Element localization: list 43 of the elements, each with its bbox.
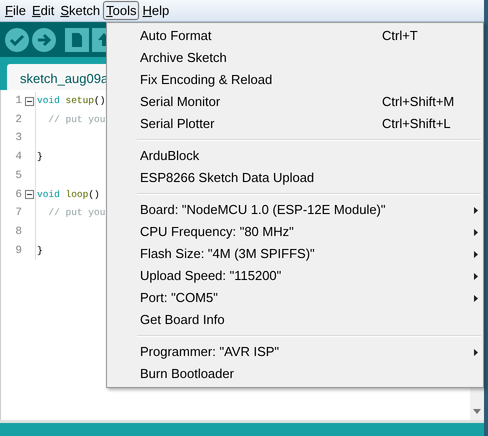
line-number: 1 bbox=[14, 94, 23, 110]
verify-button[interactable] bbox=[5, 28, 29, 52]
menu-option[interactable]: Board: "NodeMCU 1.0 (ESP-12E Module)" bbox=[107, 199, 483, 221]
fold-icon[interactable] bbox=[24, 96, 34, 106]
line-number: 5 bbox=[14, 168, 23, 184]
line-number: 8 bbox=[14, 224, 23, 240]
upload-button[interactable] bbox=[32, 28, 56, 52]
menu-option[interactable]: Port: "COM5" bbox=[107, 287, 483, 309]
line-number: 6 bbox=[14, 188, 23, 203]
menu-item[interactable]: Edit bbox=[28, 1, 58, 20]
menu-option[interactable]: Programmer: "AVR ISP" bbox=[107, 341, 483, 363]
menu-option[interactable]: Serial Plotter Ctrl+Shift+L bbox=[107, 113, 483, 135]
code-token: loop bbox=[66, 188, 88, 202]
menu-option[interactable]: ESP8266 Sketch Data Upload bbox=[107, 167, 483, 189]
line-number: 4 bbox=[14, 150, 23, 166]
menu-option[interactable]: Serial Monitor Ctrl+Shift+M bbox=[107, 91, 483, 113]
code-token: void bbox=[37, 94, 60, 108]
code-token: } bbox=[37, 150, 43, 164]
menu-option[interactable]: Flash Size: "4M (3M SPIFFS)" bbox=[107, 243, 483, 265]
line-number: 7 bbox=[14, 206, 23, 222]
menu-option[interactable]: Auto Format Ctrl+T bbox=[107, 25, 483, 47]
code-token: // put you bbox=[47, 112, 106, 127]
line-number: 3 bbox=[14, 131, 23, 146]
menu-item[interactable]: Sketch bbox=[57, 1, 104, 20]
line-number: 9 bbox=[14, 244, 23, 259]
menu-option[interactable]: ArduBlock bbox=[107, 145, 483, 167]
menu-item[interactable]: Tools bbox=[103, 1, 140, 20]
code-token: void bbox=[37, 188, 60, 202]
code-token: () bbox=[88, 188, 100, 202]
menu-option[interactable]: CPU Frequency: "80 MHz" bbox=[107, 221, 483, 243]
menu-item[interactable]: Help bbox=[139, 1, 172, 20]
line-number: 2 bbox=[14, 112, 23, 128]
menu-item[interactable]: File bbox=[2, 1, 29, 20]
code-token: } bbox=[37, 244, 43, 258]
menu-option[interactable]: Upload Speed: "115200" bbox=[107, 265, 483, 287]
menu-option[interactable]: Burn Bootloader bbox=[107, 363, 483, 385]
new-file-button[interactable] bbox=[65, 28, 89, 52]
menu-option[interactable]: Get Board Info bbox=[107, 309, 483, 331]
fold-icon[interactable] bbox=[24, 190, 34, 200]
code-token: setup bbox=[66, 94, 94, 108]
scroll-down-icon[interactable] bbox=[473, 409, 481, 414]
code-token: // put you bbox=[47, 206, 106, 220]
code-token: () bbox=[94, 94, 106, 108]
